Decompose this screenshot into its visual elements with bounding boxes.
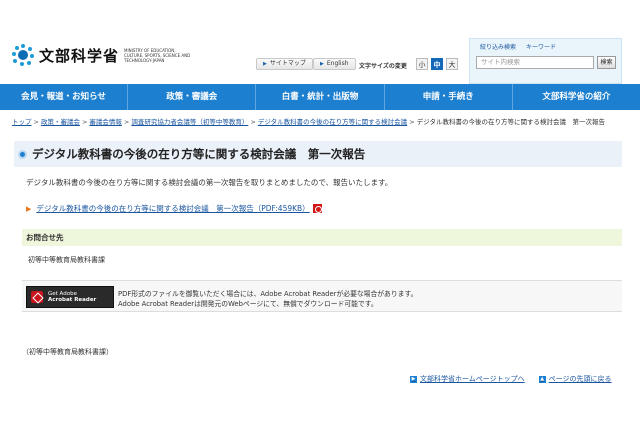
font-size-medium-button[interactable]: 中 (431, 58, 443, 70)
reader-note-1: PDF形式のファイルを御覧いただく場合には、Adobe Acrobat Read… (118, 290, 418, 298)
sitemap-label: サイトマップ (269, 60, 306, 67)
breadcrumb-research[interactable]: 調査研究協力者会議等（初等中等教育） (131, 118, 248, 126)
page-title-bar: デジタル教科書の今後の在り方等に関する検討会議 第一次報告 (14, 141, 622, 167)
back-to-top-label: ページの先頭に戻る (548, 375, 612, 383)
english-button[interactable]: ▶ English (313, 58, 356, 70)
sitemap-button[interactable]: ▶ サイトマップ (256, 58, 313, 70)
triangle-right-icon: ▶ (263, 61, 267, 67)
report-pdf-link[interactable]: デジタル教科書の今後の在り方等に関する検討会議 第一次報告（PDF:459KB） (36, 203, 309, 214)
footer-links: ▶ 文部科学省ホームページトップへ ▲ ページの先頭に戻る (410, 374, 612, 384)
acrobat-reader-notice: Get Adobe Acrobat Reader PDF形式のファイルを御覧いた… (22, 280, 622, 312)
breadcrumb-top[interactable]: トップ (12, 118, 32, 126)
nav-item-policy[interactable]: 政策・審議会 (127, 84, 255, 110)
footer-department: （初等中等教育局教科書課） (22, 348, 113, 356)
english-label: English (326, 60, 349, 67)
breadcrumb: トップ > 政策・審議会 > 審議会情報 > 調査研究協力者会議等（初等中等教育） > デジタル… (12, 118, 606, 126)
refine-search-link[interactable]: 絞り込み検索 (480, 42, 516, 51)
home-link[interactable]: ▶ 文部科学省ホームページトップへ (410, 374, 525, 384)
ministry-logo[interactable]: 文部科学省 MINISTRY OF EDUCATION, CULTURE, SP… (12, 44, 194, 66)
home-link-label: 文部科学省ホームページトップへ (420, 375, 525, 383)
back-to-top-link[interactable]: ▲ ページの先頭に戻る (538, 374, 612, 384)
pdf-icon (312, 204, 322, 213)
contact-heading: お問合せ先 (22, 229, 622, 246)
report-link-row: ▶ デジタル教科書の今後の在り方等に関する検討会議 第一次報告（PDF:459K… (26, 203, 322, 214)
nav-item-application[interactable]: 申請・手続き (383, 84, 512, 110)
keyword-link[interactable]: キーワード (526, 42, 556, 51)
breadcrumb-meeting[interactable]: デジタル教科書の今後の在り方等に関する検討会議 (258, 118, 407, 126)
global-nav: 会見・報道・お知らせ 政策・審議会 白書・統計・出版物 申請・手続き 文部科学省… (0, 84, 640, 110)
get-acrobat-reader-button[interactable]: Get Adobe Acrobat Reader (26, 286, 114, 308)
arrow-up-icon: ▲ (538, 375, 546, 383)
arrow-right-icon: ▶ (410, 375, 417, 383)
page-title: デジタル教科書の今後の在り方等に関する検討会議 第一次報告 (32, 147, 366, 161)
bullet-circle-icon (18, 149, 27, 159)
search-input[interactable]: サイト内検索 (476, 56, 594, 69)
logo-subtitle: MINISTRY OF EDUCATION, CULTURE, SPORTS, … (124, 47, 191, 63)
search-panel: 絞り込み検索 キーワード サイト内検索 検索 (469, 38, 622, 84)
font-size-small-button[interactable]: 小 (416, 58, 428, 70)
acrobat-icon (31, 291, 43, 303)
breadcrumb-council[interactable]: 審議会情報 (89, 118, 122, 126)
nav-item-whitepaper[interactable]: 白書・統計・出版物 (255, 84, 383, 110)
triangle-right-icon: ▶ (320, 61, 324, 67)
nav-item-about[interactable]: 文部科学省の紹介 (511, 84, 640, 110)
breadcrumb-current: デジタル教科書の今後の在り方等に関する検討会議 第一次報告 (416, 118, 606, 126)
intro-text: デジタル教科書の今後の在り方等に関する検討会議の第一次報告を取りまとめましたので… (26, 178, 393, 187)
arrow-right-icon: ▶ (26, 204, 32, 213)
logo-mark-icon (12, 44, 34, 66)
font-size-label: 文字サイズの変更 (359, 63, 407, 70)
search-links: 絞り込み検索 キーワード (480, 42, 556, 51)
logo-text: 文部科学省 (39, 46, 120, 65)
nav-item-press[interactable]: 会見・報道・お知らせ (0, 84, 127, 110)
reader-badge-text: Get Adobe Acrobat Reader (48, 291, 97, 303)
contact-department: 初等中等教育局教科書課 (28, 256, 105, 264)
reader-note-2: Adobe Acrobat Readerは開発元のWebページにて、無償でダウン… (118, 300, 378, 308)
search-button[interactable]: 検索 (597, 56, 616, 69)
font-size-large-button[interactable]: 大 (446, 58, 458, 70)
breadcrumb-policy[interactable]: 政策・審議会 (41, 118, 80, 126)
